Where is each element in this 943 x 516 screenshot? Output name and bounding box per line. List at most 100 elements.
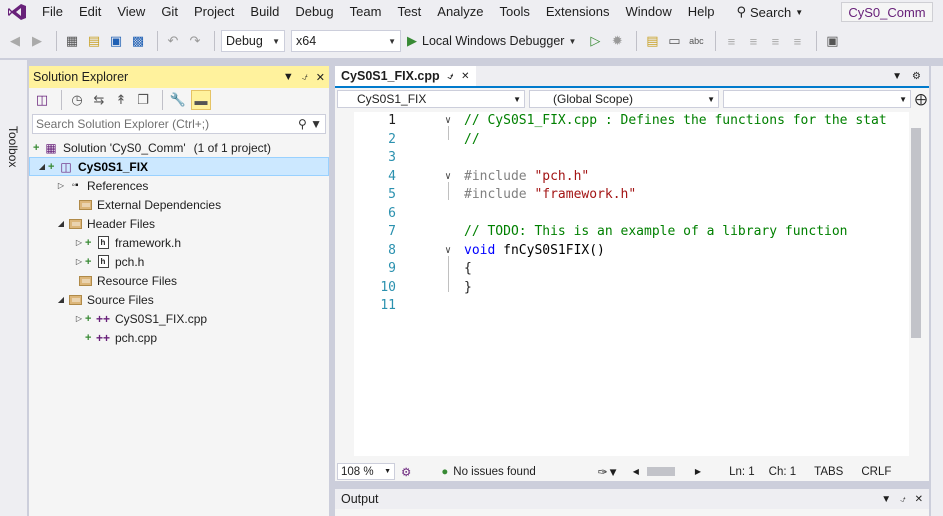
tree-node-resource-files[interactable]: Resource Files <box>29 271 329 290</box>
line-indicator[interactable]: Ln: 1 <box>729 466 755 478</box>
configuration-select[interactable]: Debug ▼ <box>221 30 285 52</box>
search-solution-input[interactable]: Search Solution Explorer (Ctrl+;) ⚲ ▼ <box>32 114 326 134</box>
project-dropdown[interactable]: CyS0S1_FIX ▼ <box>337 90 525 108</box>
eol-indicator[interactable]: CRLF <box>861 466 891 478</box>
search-icon: ⚲ <box>736 4 747 19</box>
collapse-all-icon[interactable]: ↟ <box>112 90 130 110</box>
menu-team[interactable]: Team <box>342 1 390 23</box>
menu-git[interactable]: Git <box>153 1 186 23</box>
uncomment-icon[interactable]: ≡ <box>744 31 762 51</box>
menu-view[interactable]: View <box>109 1 153 23</box>
scroll-left-icon[interactable]: ◀ <box>633 467 639 476</box>
menu-help[interactable]: Help <box>680 1 723 23</box>
show-all-files-icon[interactable]: ❐ <box>134 90 152 110</box>
menu-tools[interactable]: Tools <box>492 1 538 23</box>
new-project-icon[interactable]: ▦ <box>63 31 81 51</box>
visual-studio-logo-icon[interactable] <box>0 0 34 24</box>
tree-node-solution[interactable]: + ▦ Solution 'CyS0_Comm' (1 of 1 project… <box>29 138 329 157</box>
search-icon[interactable]: ⚲ ▼ <box>298 117 322 131</box>
outdent-icon[interactable]: ≡ <box>788 31 806 51</box>
issues-status[interactable]: No issues found <box>453 466 535 478</box>
menu-window[interactable]: Window <box>617 1 679 23</box>
redo-icon[interactable]: ↷ <box>186 31 204 51</box>
indent-icon[interactable]: ≡ <box>766 31 784 51</box>
start-without-debugging-icon[interactable]: ▷ <box>586 31 604 51</box>
pending-changes-icon[interactable]: ◷ <box>68 90 86 110</box>
start-debugging-button[interactable]: ▶ Local Windows Debugger ▼ <box>407 31 576 51</box>
close-icon[interactable]: ✕ <box>461 71 469 82</box>
tree-node-references[interactable]: ▷ ◦▪ References <box>29 176 329 195</box>
zoom-select[interactable]: 108 % ▼ <box>337 463 395 480</box>
column-indicator[interactable]: Ch: 1 <box>769 466 797 478</box>
menu-analyze[interactable]: Analyze <box>429 1 491 23</box>
tabs-indicator[interactable]: TABS <box>814 466 843 478</box>
tree-node-cpp-file[interactable]: ▷ + ++ CyS0S1_FIX.cpp <box>29 309 329 328</box>
ai-assistant-icon[interactable]: ⚙ <box>401 465 411 479</box>
panel-dropdown-icon[interactable]: ▼ <box>283 71 294 84</box>
collapse-arrow-icon[interactable]: ◢ <box>55 295 67 304</box>
split-window-icon[interactable]: ⨁ <box>915 92 927 106</box>
code-area[interactable]: 1 2 3 4 5 6 7 8 9 10 11 ∨ ∨ ∨ // CyS0S1_… <box>354 112 909 456</box>
menu-build[interactable]: Build <box>242 1 287 23</box>
menu-extensions[interactable]: Extensions <box>538 1 618 23</box>
project-icon: ◫ <box>60 159 72 174</box>
tree-node-pch-cpp[interactable]: + ++ pch.cpp <box>29 328 329 347</box>
collapse-arrow-icon[interactable]: ◢ <box>36 162 48 171</box>
menu-debug[interactable]: Debug <box>287 1 341 23</box>
tree-node-external-dependencies[interactable]: External Dependencies <box>29 195 329 214</box>
navigate-back-icon[interactable]: ◀ <box>6 31 24 51</box>
open-folder-icon[interactable]: ▤ <box>85 31 103 51</box>
solution-folder-icon[interactable]: ▤ <box>643 31 661 51</box>
menu-test[interactable]: Test <box>389 1 429 23</box>
include-path: "framework.h" <box>534 187 637 202</box>
scope-dropdown[interactable]: (Global Scope) ▼ <box>529 90 719 108</box>
chevron-down-icon: ▼ <box>272 36 280 46</box>
tree-node-header-files[interactable]: ◢ Header Files <box>29 214 329 233</box>
tree-node-source-files[interactable]: ◢ Source Files <box>29 290 329 309</box>
menu-file[interactable]: File <box>34 1 71 23</box>
pin-icon[interactable]: ⍻ <box>302 71 308 84</box>
expand-arrow-icon[interactable]: ▷ <box>73 257 85 266</box>
sync-icon[interactable]: ⇆ <box>90 90 108 110</box>
vertical-scrollbar[interactable] <box>909 112 923 456</box>
code-line-7: // TODO: This is an example of a library… <box>464 224 848 239</box>
search-button[interactable]: ⚲ Search ▼ <box>728 4 811 20</box>
horizontal-scroll-thumb[interactable] <box>646 467 675 476</box>
properties-icon[interactable]: 🔧 <box>169 90 187 110</box>
close-icon[interactable]: ✕ <box>316 71 325 84</box>
comment-icon[interactable]: ≡ <box>722 31 740 51</box>
switch-views-icon[interactable]: ◫ <box>33 90 51 110</box>
pin-icon[interactable]: ⍻ <box>448 71 454 82</box>
expand-arrow-icon[interactable]: ▷ <box>73 238 85 247</box>
toolbox-tab[interactable]: Toolbox <box>0 60 28 516</box>
expand-arrow-icon[interactable]: ▷ <box>55 181 67 190</box>
spellcheck-icon[interactable]: abc <box>687 31 705 51</box>
hot-reload-icon[interactable]: ✹ <box>608 31 626 51</box>
scroll-right-icon[interactable]: ▶ <box>695 467 701 476</box>
bookmark-icon[interactable]: ▣ <box>823 31 841 51</box>
save-all-icon[interactable]: ▩ <box>129 31 147 51</box>
tree-node-project[interactable]: ◢ + ◫ CyS0S1_FIX <box>29 157 329 176</box>
platform-select[interactable]: x64 ▼ <box>291 30 401 52</box>
save-icon[interactable]: ▣ <box>107 31 125 51</box>
pin-icon[interactable]: ⍻ <box>900 494 906 505</box>
close-icon[interactable]: ✕ <box>915 494 923 505</box>
expand-arrow-icon[interactable]: ▷ <box>73 314 85 323</box>
member-dropdown[interactable]: ▼ <box>723 90 911 108</box>
brush-icon[interactable]: ✑▼ <box>598 465 619 479</box>
preview-icon[interactable]: ▬ <box>191 90 211 110</box>
menu-edit[interactable]: Edit <box>71 1 109 23</box>
navigate-forward-icon[interactable]: ▶ <box>28 31 46 51</box>
layout-icon[interactable]: ▭ <box>665 31 683 51</box>
tree-node-pch-h[interactable]: ▷ + h pch.h <box>29 252 329 271</box>
tree-node-framework-h[interactable]: ▷ + h framework.h <box>29 233 329 252</box>
scrollbar-thumb[interactable] <box>911 128 921 338</box>
tab-list-dropdown-icon[interactable]: ▼ <box>892 71 902 82</box>
collapse-arrow-icon[interactable]: ◢ <box>55 219 67 228</box>
menu-project[interactable]: Project <box>186 1 242 23</box>
panel-dropdown-icon[interactable]: ▼ <box>881 494 891 505</box>
undo-icon[interactable]: ↶ <box>164 31 182 51</box>
solution-name-badge[interactable]: CyS0_Comm <box>841 2 933 22</box>
gear-icon[interactable]: ⚙ <box>912 71 921 82</box>
tab-cpp-file[interactable]: CyS0S1_FIX.cpp ⍻ ✕ <box>335 66 476 86</box>
